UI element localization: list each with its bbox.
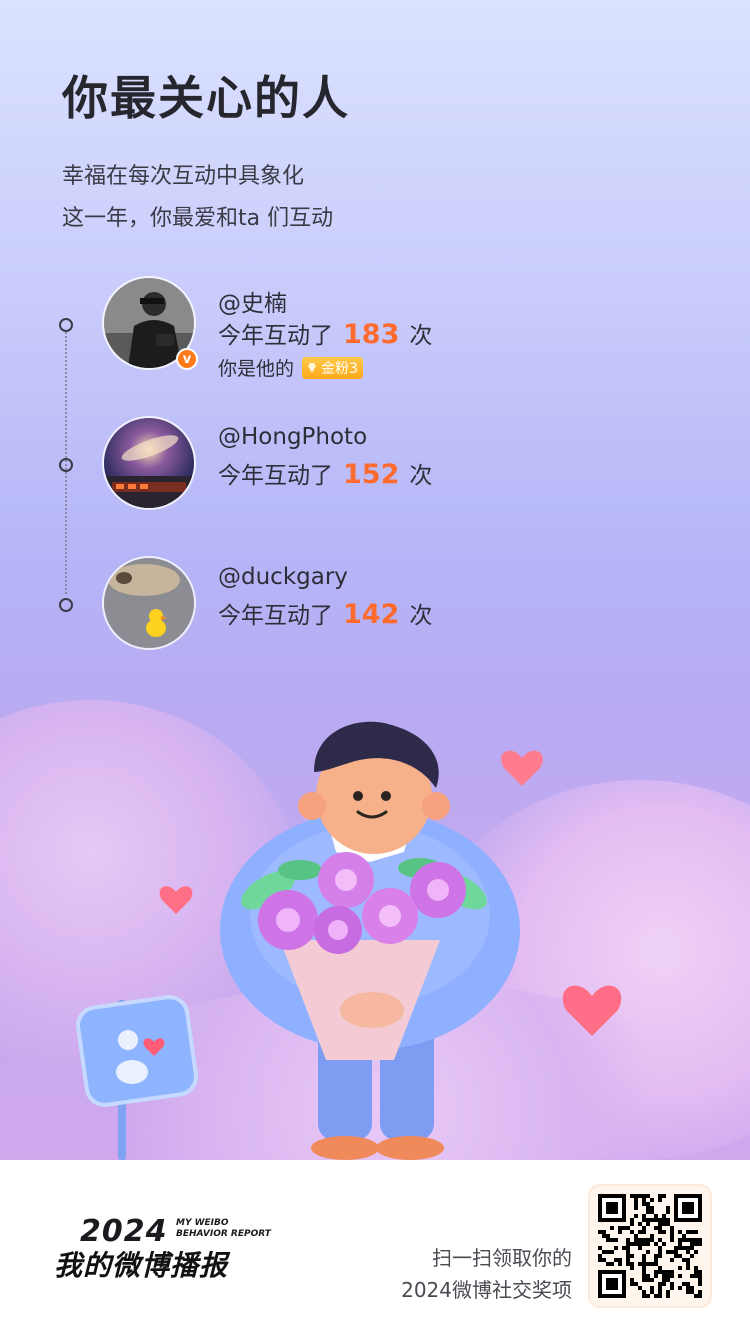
interaction-suffix: 次: [409, 323, 433, 349]
diamond-icon: [308, 362, 317, 373]
person-handle[interactable]: @HongPhoto: [218, 424, 367, 450]
cta-line-2: 2024微博社交奖项: [401, 1278, 572, 1302]
interaction-prefix: 今年互动了: [218, 603, 333, 629]
qr-code[interactable]: [590, 1186, 710, 1306]
interaction-count-line: 今年互动了 152 次: [218, 456, 432, 490]
logo-en-line-1: MY WEIBO: [176, 1218, 229, 1228]
cta-line-1: 扫一扫领取你的: [432, 1246, 572, 1270]
timeline-node: [59, 318, 73, 332]
interaction-count-line: 今年互动了 183 次: [218, 316, 432, 350]
interaction-prefix: 今年互动了: [218, 323, 333, 349]
logo-en-line-2: BEHAVIOR REPORT: [176, 1229, 271, 1239]
heart-icon: [159, 886, 193, 914]
page-title: 你最关心的人: [62, 71, 350, 125]
avatar[interactable]: [104, 558, 194, 648]
person-handle[interactable]: @duckgary: [218, 564, 348, 590]
subtitle-line-2: 这一年，你最爱和ta 们互动: [62, 206, 334, 231]
logo-cn: 我的微博播报: [54, 1249, 229, 1282]
interaction-count: 142: [343, 599, 400, 630]
boy-with-bouquet-illustration: [76, 721, 622, 1160]
interaction-count: 183: [343, 319, 400, 350]
qr-code-icon: [598, 1194, 702, 1298]
subtitle-line-1: 幸福在每次互动中具象化: [62, 164, 305, 189]
timeline-node: [59, 598, 73, 612]
verified-badge-icon: v: [176, 348, 198, 370]
interaction-suffix: 次: [409, 603, 433, 629]
relationship-line: 你是他的 金粉3: [218, 354, 363, 381]
heart-icon: [562, 985, 622, 1036]
timeline-node: [59, 458, 73, 472]
fan-level-label: 金粉3: [321, 360, 358, 377]
interaction-suffix: 次: [409, 463, 433, 489]
interaction-prefix: 今年互动了: [218, 463, 333, 489]
interaction-count: 152: [343, 459, 400, 490]
sign-board: [76, 995, 198, 1160]
fan-level-badge: 金粉3: [302, 356, 363, 379]
logo-en: MY WEIBO BEHAVIOR REPORT: [176, 1218, 271, 1240]
avatar[interactable]: [104, 418, 194, 508]
relationship-text: 你是他的: [218, 358, 295, 380]
interaction-count-line: 今年互动了 142 次: [218, 596, 432, 630]
person-handle[interactable]: @史楠: [218, 284, 287, 318]
heart-icon: [501, 750, 543, 786]
